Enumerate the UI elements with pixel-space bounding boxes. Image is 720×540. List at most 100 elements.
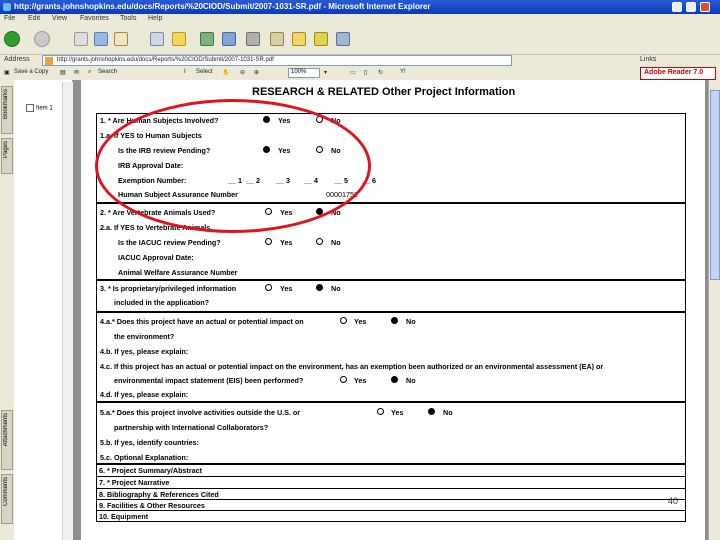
tab-pages[interactable]: Pages — [1, 138, 13, 174]
q5a-yes-radio[interactable] — [377, 408, 384, 415]
q4a-no-label: No — [406, 317, 416, 326]
print-icon[interactable]: ▤ — [60, 69, 66, 76]
menu-file[interactable]: File — [4, 15, 15, 22]
q4c-yes-label: Yes — [354, 376, 367, 385]
print-icon[interactable] — [246, 32, 260, 46]
menu-tools[interactable]: Tools — [120, 15, 136, 22]
select-icon[interactable]: I — [184, 69, 186, 75]
edit-icon[interactable] — [270, 32, 284, 46]
refresh-icon[interactable] — [94, 32, 108, 46]
minimize-button[interactable] — [672, 2, 682, 12]
messenger-icon[interactable] — [314, 32, 328, 46]
maximize-button[interactable] — [686, 2, 696, 12]
list-item: 7. * Project Narrative — [99, 478, 170, 487]
q3-yes-radio[interactable] — [265, 284, 272, 291]
navigation-toolbar — [0, 26, 720, 55]
folder-icon[interactable] — [292, 32, 306, 46]
animal-welfare-label: Animal Welfare Assurance Number — [118, 268, 238, 277]
search-button[interactable]: Search — [98, 69, 117, 75]
exemption-option-label: 6 — [372, 176, 376, 185]
list-item: 9. Facilities & Other Resources — [99, 501, 205, 510]
q5c-label: 5.c. Optional Explanation: — [100, 453, 189, 462]
q4b-label: 4.b. If yes, please explain: — [100, 347, 189, 356]
row-divider — [96, 510, 686, 511]
row-divider — [96, 499, 686, 500]
window-titlebar: http://grants.johnshopkins.edu/docs/Repo… — [0, 0, 720, 14]
tab-comments-label: Comments — [3, 477, 9, 507]
home-icon[interactable] — [114, 32, 128, 46]
address-url: http://grants.johnshopkins.edu/docs/Repo… — [57, 57, 274, 63]
q4a-yes-radio[interactable] — [340, 317, 347, 324]
bookmark-item[interactable]: Item 1 — [26, 104, 53, 112]
zoom-out-icon[interactable]: ⊖ — [240, 69, 245, 76]
back-icon[interactable] — [4, 31, 20, 47]
email-icon[interactable]: ✉ — [74, 69, 79, 76]
mail-icon[interactable] — [222, 32, 236, 46]
scrollbar-thumb[interactable] — [710, 90, 720, 280]
tab-attachments-label: Attachments — [3, 413, 9, 447]
q4a-yes-label: Yes — [354, 317, 367, 326]
list-item: 8. Bibliography & References Cited — [99, 490, 219, 499]
menu-edit[interactable]: Edit — [28, 15, 40, 22]
save-copy-icon[interactable]: ▣ — [4, 69, 10, 76]
close-button[interactable] — [700, 2, 710, 12]
annotation-circle — [95, 99, 371, 233]
q4c-no-radio[interactable] — [391, 376, 398, 383]
q2a-no-radio[interactable] — [316, 238, 323, 245]
rotate-icon[interactable]: ↻ — [378, 69, 383, 76]
hand-icon[interactable]: ✋ — [222, 69, 229, 76]
fit-width-icon[interactable]: ▯ — [364, 69, 367, 76]
zoom-dropdown-icon[interactable]: ▾ — [324, 69, 327, 76]
stop-icon[interactable] — [74, 32, 88, 46]
search-icon[interactable] — [150, 32, 164, 46]
zoom-field[interactable]: 100% — [288, 68, 320, 78]
q4c-no-label: No — [406, 376, 416, 385]
window-title: http://grants.johnshopkins.edu/docs/Repo… — [14, 2, 431, 11]
q2a-iacuc-label: Is the IACUC review Pending? — [118, 238, 221, 247]
bookmark-icon — [26, 104, 34, 112]
bookmarks-scrollbar[interactable] — [62, 82, 73, 540]
tab-pages-label: Pages — [3, 141, 9, 159]
list-item: 6. * Project Summary/Abstract — [99, 466, 203, 475]
q4c-label-2: environmental impact statement (EIS) bee… — [114, 376, 304, 385]
favorites-icon[interactable] — [172, 32, 186, 46]
yahoo-icon[interactable]: Y! — [400, 69, 406, 75]
tab-bookmarks[interactable]: Bookmarks — [1, 86, 13, 134]
save-copy-button[interactable]: Save a Copy — [14, 69, 48, 75]
links-label[interactable]: Links — [640, 56, 656, 63]
q2a-yes-radio[interactable] — [265, 238, 272, 245]
q5a-yes-label: Yes — [391, 408, 404, 417]
select-button[interactable]: Select — [196, 69, 213, 75]
forward-icon[interactable] — [34, 31, 50, 47]
q3b-label: included in the application? — [114, 298, 210, 307]
menu-bar: File Edit View Favorites Tools Help — [0, 14, 720, 26]
tab-attachments[interactable]: Attachments — [1, 410, 13, 470]
adobe-reader-logo: Adobe Reader 7.0 — [640, 67, 716, 80]
q4a-no-radio[interactable] — [391, 317, 398, 324]
q5a-no-radio[interactable] — [428, 408, 435, 415]
iacuc-date-label: IACUC Approval Date: — [118, 253, 194, 262]
menu-help[interactable]: Help — [148, 15, 162, 22]
q4c-label: 4.c. If this project has an actual or po… — [100, 362, 604, 371]
q3-no-radio[interactable] — [316, 284, 323, 291]
menu-favorites[interactable]: Favorites — [80, 15, 109, 22]
row-divider — [96, 476, 686, 477]
address-input[interactable]: http://grants.johnshopkins.edu/docs/Repo… — [42, 55, 512, 66]
q4c-yes-radio[interactable] — [340, 376, 347, 383]
address-label: Address — [4, 56, 30, 63]
q4d-label: 4.d. If yes, please explain: — [100, 390, 189, 399]
row-divider — [96, 488, 686, 489]
ie-icon — [3, 3, 11, 11]
tab-comments[interactable]: Comments — [1, 474, 13, 524]
document-scrollbar[interactable] — [708, 80, 720, 540]
fit-page-icon[interactable]: ▭ — [350, 69, 356, 76]
q4a-label: 4.a.* Does this project have an actual o… — [100, 317, 304, 326]
history-icon[interactable] — [200, 32, 214, 46]
q5a-label: 5.a.* Does this project involve activiti… — [100, 408, 301, 417]
menu-view[interactable]: View — [52, 15, 67, 22]
tab-bookmarks-label: Bookmarks — [3, 89, 9, 120]
page-icon — [45, 57, 53, 65]
research-icon[interactable] — [336, 32, 350, 46]
search-icon[interactable]: ⌕ — [88, 69, 91, 76]
zoom-in-icon[interactable]: ⊕ — [254, 69, 259, 76]
